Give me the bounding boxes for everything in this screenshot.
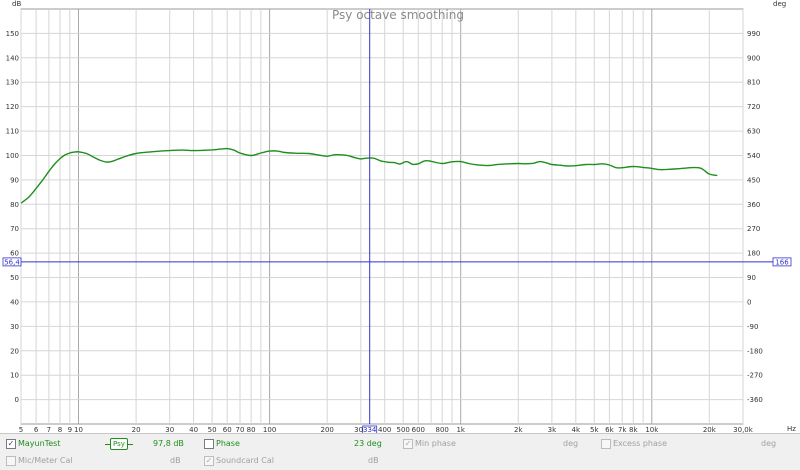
y-left-tick-label: 30 [10,323,19,331]
right-axis-unit: deg [773,0,786,8]
y-left-tick-label: 110 [6,128,19,136]
y-right-tick-label: -180 [747,347,763,355]
soundcard-cal-label[interactable]: Soundcard Cal [216,455,274,467]
y-left-tick-label: 130 [6,79,19,87]
measurement-name[interactable]: MayunTest [18,438,60,450]
y-left-tick-label: 20 [10,347,19,355]
mic-cal-value: dB [170,456,181,465]
x-tick-label: 2k [514,426,523,433]
x-tick-label: 3k [548,426,557,433]
x-tick-label: 10k [645,426,659,433]
y-left-tick-label: 140 [6,54,19,62]
y-left-tick-label: 50 [10,274,19,282]
y-right-tick-label: 810 [747,79,760,87]
y-left-tick-label: 10 [10,372,19,380]
line-swatch-right [128,444,133,445]
x-tick-label: 40 [189,426,198,433]
y-right-tick-label: 900 [747,54,760,62]
plot-area[interactable] [20,8,744,425]
cursor-x-readout: 334 [363,426,377,433]
y-right-tick-label: -270 [747,372,763,380]
legend-panel: ✓ MayunTest Psy 97,8 dB Phase 23 deg ✓ M… [0,433,800,470]
y-left-tick-label: 120 [6,103,19,111]
legend-row-2: Mic/Meter Cal dB ✓ Soundcard Cal dB [0,453,800,469]
mic-cal-label[interactable]: Mic/Meter Cal [18,455,73,467]
y-right-tick-label: -90 [747,323,758,331]
x-tick-label: 7k [618,426,627,433]
x-tick-label: 200 [321,426,334,433]
x-tick-label: 60 [223,426,232,433]
x-tick-label: 600 [412,426,425,433]
x-tick-label: 400 [378,426,391,433]
y-left-tick-label: 80 [10,201,19,209]
measurement-value: 97,8 dB [153,439,184,448]
min-phase-checkbox[interactable]: ✓ [403,439,413,449]
x-tick-label: 50 [208,426,217,433]
y-left-tick-label: 90 [10,176,19,184]
y-right-tick-label: 180 [747,250,760,258]
y-right-tick-label: 990 [747,30,760,38]
x-tick-label: 30,0k [733,426,754,433]
y-left-tick-label: 150 [6,30,19,38]
left-axis-unit: dB [12,0,21,8]
x-tick-label: 500 [397,426,410,433]
x-tick-label: 20 [132,426,141,433]
legend-row-1: ✓ MayunTest Psy 97,8 dB Phase 23 deg ✓ M… [0,436,800,452]
phase-checkbox[interactable] [204,439,214,449]
x-tick-label: 100 [263,426,276,433]
y-left-tick-label: 60 [10,250,19,258]
x-tick-label: 8k [629,426,638,433]
x-tick-label: 5k [590,426,599,433]
y-left-tick-label: 40 [10,298,19,306]
soundcard-cal-value: dB [368,456,379,465]
y-left-tick-label: 0 [15,396,19,404]
x-tick-label: 70 [236,426,245,433]
x-tick-label: 9 [68,426,72,433]
excess-phase-value: deg [761,439,777,448]
x-axis-unit: Hz [787,425,796,433]
x-tick-label: 80 [247,426,256,433]
y-right-tick-label: 0 [747,298,751,306]
min-phase-value: deg [563,439,579,448]
soundcard-cal-checkbox[interactable]: ✓ [204,456,214,466]
x-tick-label: 30 [165,426,174,433]
y-left-tick-label: 70 [10,225,19,233]
x-tick-label: 7 [47,426,51,433]
phase-value: 23 deg [354,439,382,448]
cursor-right-readout: 166 [775,258,789,266]
y-right-tick-label: 270 [747,225,760,233]
x-tick-label: 4k [572,426,581,433]
y-right-tick-label: 720 [747,103,760,111]
mic-cal-checkbox[interactable] [6,456,16,466]
x-tick-label: 8 [58,426,62,433]
excess-phase-label[interactable]: Excess phase [613,438,667,450]
spl-graph[interactable]: 5 6 7 8 9 10 20 30 40 50 60 70 80 100 200 300 400 500 600 8… [0,0,800,433]
x-tick-label: 10 [74,426,83,433]
x-tick-label: 800 [436,426,449,433]
y-right-tick-label: 360 [747,201,760,209]
y-right-tick-label: 630 [747,128,760,136]
y-right-tick-label: 450 [747,176,760,184]
cursor-y-readout: 56,4 [4,258,20,266]
x-tick-label: 6k [605,426,614,433]
measurement-checkbox[interactable]: ✓ [6,439,16,449]
y-right-tick-label: 540 [747,152,760,160]
x-tick-label: 6 [34,426,39,433]
min-phase-label[interactable]: Min phase [415,438,456,450]
phase-label[interactable]: Phase [216,438,240,450]
x-tick-label: 20k [703,426,717,433]
y-right-tick-label: -360 [747,396,763,404]
excess-phase-checkbox[interactable] [601,439,611,449]
graph-title: Psy octave smoothing [332,8,464,22]
x-tick-label: 1k [456,426,465,433]
y-right-tick-label: 90 [747,274,756,282]
x-tick-label: 5 [19,426,23,433]
smoothing-badge[interactable]: Psy [110,438,128,450]
y-left-tick-label: 100 [6,152,19,160]
